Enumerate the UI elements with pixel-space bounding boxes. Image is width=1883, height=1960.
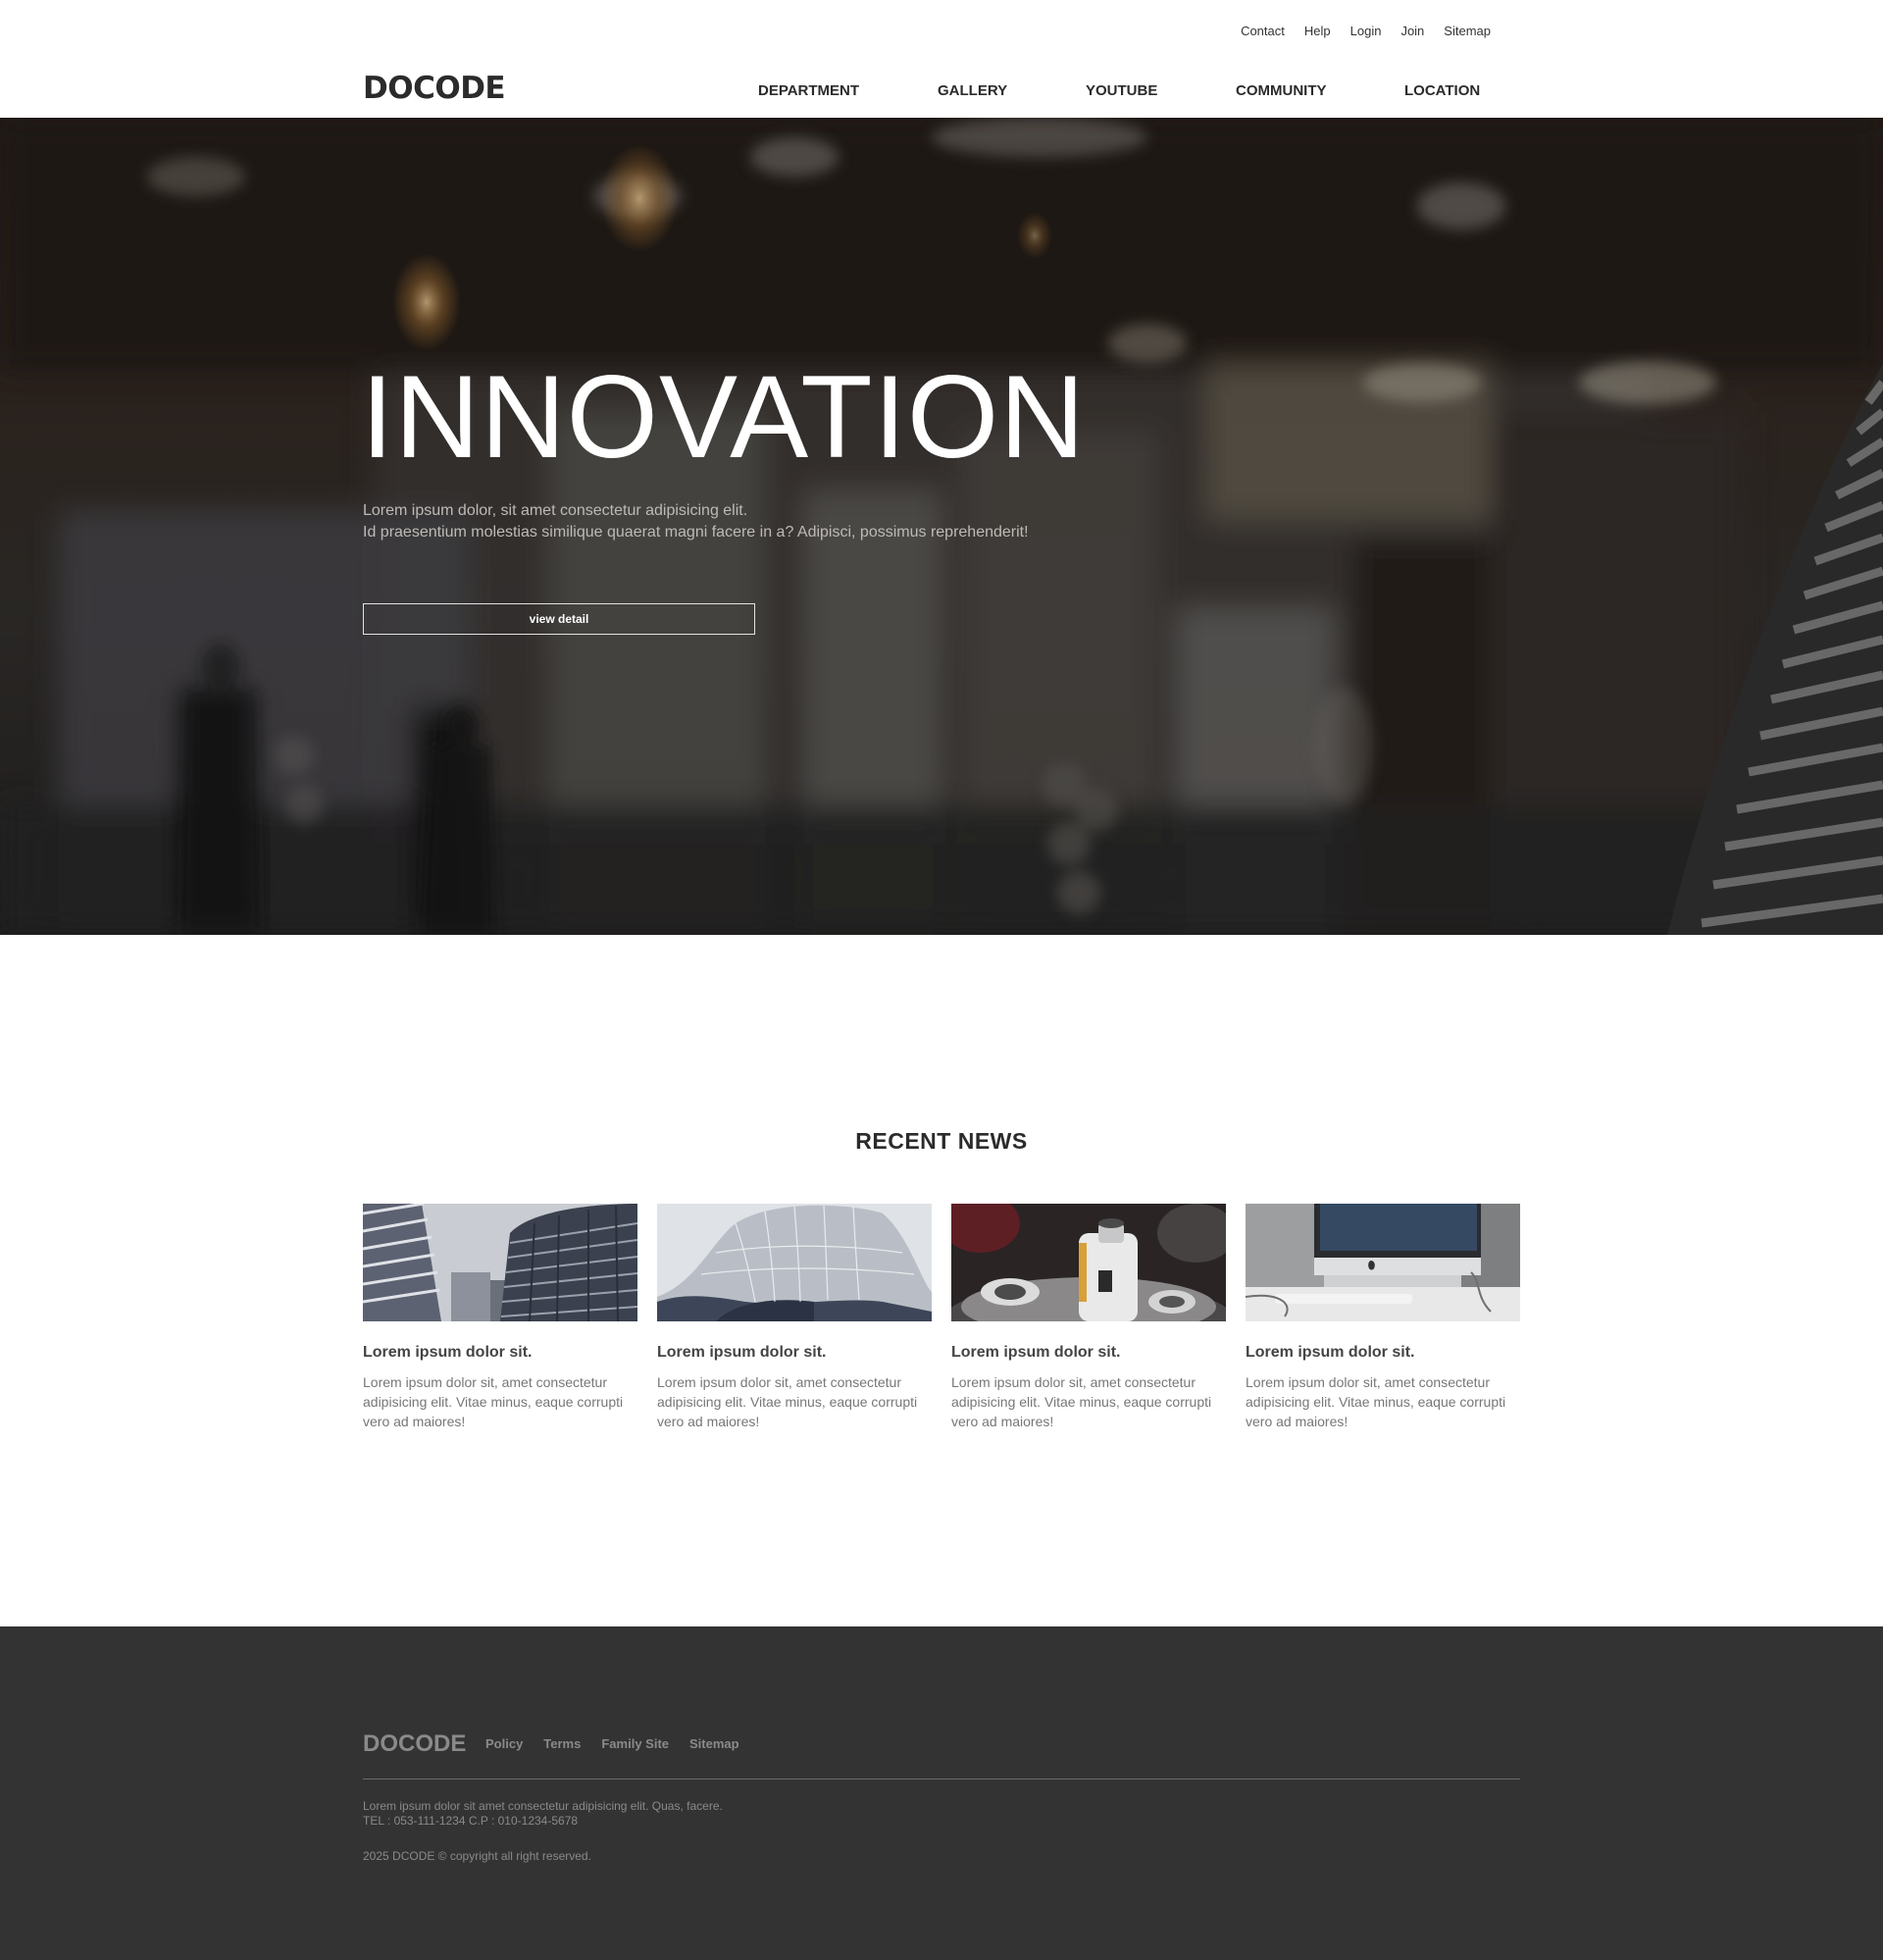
recent-news-title: RECENT NEWS (855, 1128, 1028, 1154)
util-link-help[interactable]: Help (1304, 24, 1331, 39)
footer-link-terms[interactable]: Terms (543, 1736, 581, 1751)
news-card-title[interactable]: Lorem ipsum dolor sit. (363, 1343, 637, 1363)
news-card-text: Lorem ipsum dolor sit, amet consectetur … (363, 1374, 624, 1429)
utility-nav: Contact Help Login Join Sitemap (1221, 24, 1491, 39)
util-link-contact[interactable]: Contact (1241, 24, 1285, 39)
news-card-text: Lorem ipsum dolor sit, amet consectetur … (1246, 1374, 1506, 1429)
news-card[interactable]: Lorem ipsum dolor sit. Lorem ipsum dolor… (1246, 1204, 1520, 1431)
news-card-text: Lorem ipsum dolor sit, amet consectetur … (657, 1374, 918, 1429)
bottles-image[interactable] (951, 1204, 1226, 1321)
news-card-text: Lorem ipsum dolor sit, amet consectetur … (951, 1374, 1212, 1429)
view-detail-button[interactable]: view detail (363, 603, 755, 635)
footer-nav: Policy Terms Family Site Sitemap (485, 1736, 760, 1751)
buildings-image[interactable] (363, 1204, 637, 1321)
nav-item-location[interactable]: LOCATION (1404, 82, 1480, 100)
footer-logo[interactable]: DOCODE (363, 1730, 466, 1758)
news-card[interactable]: Lorem ipsum dolor sit. Lorem ipsum dolor… (363, 1204, 637, 1431)
news-card-title[interactable]: Lorem ipsum dolor sit. (1246, 1343, 1520, 1363)
hero-desc-line-2: Id praesentium molestias similique quaer… (363, 524, 1029, 541)
main-nav: DEPARTMENT GALLERY YOUTUBE COMMUNITY LOC… (0, 82, 1883, 102)
hero-section: INNOVATION Lorem ipsum dolor, sit amet c… (0, 118, 1883, 935)
desk-computer-image[interactable] (1246, 1204, 1520, 1321)
hero-description: Lorem ipsum dolor, sit amet consectetur … (363, 500, 1029, 543)
news-card-title[interactable]: Lorem ipsum dolor sit. (951, 1343, 1226, 1363)
footer-link-policy[interactable]: Policy (485, 1736, 523, 1751)
footer-link-sitemap[interactable]: Sitemap (689, 1736, 739, 1751)
footer-info-line-1: Lorem ipsum dolor sit amet consectetur a… (363, 1799, 723, 1813)
news-card[interactable]: Lorem ipsum dolor sit. Lorem ipsum dolor… (951, 1204, 1226, 1431)
news-card[interactable]: Lorem ipsum dolor sit. Lorem ipsum dolor… (657, 1204, 932, 1431)
footer-info-line-2: TEL : 053-111-1234 C.P : 010-1234-5678 (363, 1814, 579, 1828)
util-link-join[interactable]: Join (1400, 24, 1424, 39)
nav-item-gallery[interactable]: GALLERY (938, 82, 1007, 100)
site-footer: DOCODE Policy Terms Family Site Sitemap … (0, 1626, 1883, 1960)
nav-item-department[interactable]: DEPARTMENT (758, 82, 859, 100)
hero-desc-line-1: Lorem ipsum dolor, sit amet consectetur … (363, 502, 748, 519)
site-header: Contact Help Login Join Sitemap DOCODE D… (0, 0, 1883, 118)
nav-item-community[interactable]: COMMUNITY (1236, 82, 1327, 100)
footer-copyright: 2025 DCODE © copyright all right reserve… (363, 1849, 591, 1863)
util-link-login[interactable]: Login (1350, 24, 1382, 39)
footer-link-family-site[interactable]: Family Site (601, 1736, 669, 1751)
news-card-title[interactable]: Lorem ipsum dolor sit. (657, 1343, 932, 1363)
hero-title: INNOVATION (361, 351, 1086, 483)
util-link-sitemap[interactable]: Sitemap (1444, 24, 1491, 39)
footer-info: Lorem ipsum dolor sit amet consectetur a… (363, 1799, 723, 1829)
architecture-image[interactable] (657, 1204, 932, 1321)
nav-item-youtube[interactable]: YOUTUBE (1086, 82, 1157, 100)
